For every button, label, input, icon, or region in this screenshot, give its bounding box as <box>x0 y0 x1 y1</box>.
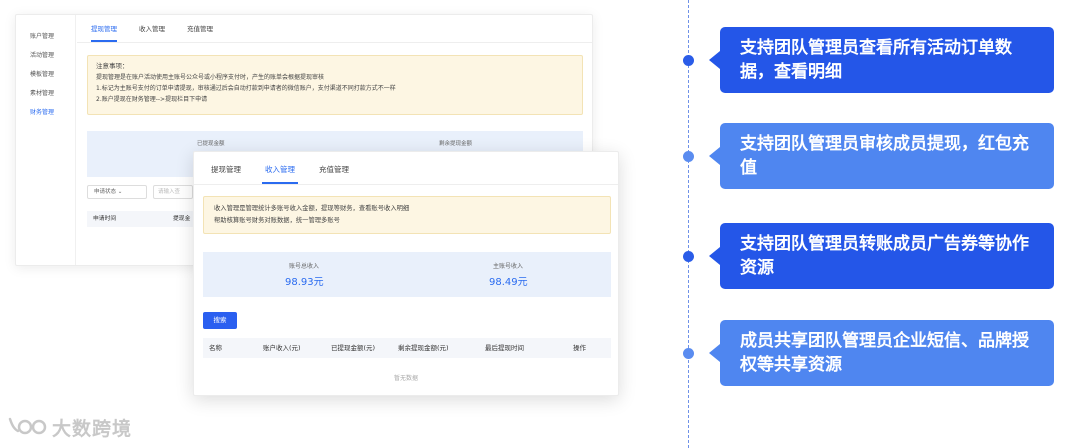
notice-line: 收入管理是管理统计多账号收入金额，提现等财务，查看账号收入明细 <box>214 205 410 212</box>
tab-income[interactable]: 收入管理 <box>139 15 165 42</box>
tab-recharge[interactable]: 充值管理 <box>316 152 352 184</box>
filter-bar: 申请状态 ⌄ 请输入查 <box>87 185 193 199</box>
timeline-dot <box>683 348 694 359</box>
timeline-dot <box>683 251 694 262</box>
logo-icon <box>8 417 47 434</box>
notice-title: 注意事项： <box>96 62 129 70</box>
column-header-name: 名称 <box>209 344 222 352</box>
sidebar-item-templates[interactable]: 模板管理 <box>16 65 75 84</box>
sidebar: 账户管理 活动管理 模板管理 素材管理 财务管理 <box>16 15 76 265</box>
timeline-dot <box>683 55 694 66</box>
table-header: 名称 账户收入(元) 已提现金额(元) 剩余提现金额(元) 最后提现时间 操作 <box>203 338 611 358</box>
timeline-dot <box>683 151 694 162</box>
timeline-line <box>688 0 689 448</box>
stat-label-main-income: 主账号收入 <box>493 263 524 270</box>
back-tabs: 提现管理 收入管理 充值管理 <box>77 15 592 43</box>
tab-withdrawal[interactable]: 提现管理 <box>91 15 117 42</box>
notice-line: 帮助核算账号财务对账数据，统一管理多账号 <box>214 217 340 224</box>
front-window: 提现管理 收入管理 充值管理 收入管理是管理统计多账号收入金额，提现等财务，查看… <box>193 151 619 396</box>
stats-panel: 账号总收入 98.93元 主账号收入 98.49元 <box>203 252 611 297</box>
sidebar-item-accounts[interactable]: 账户管理 <box>16 27 75 46</box>
notice-box: 收入管理是管理统计多账号收入金额，提现等财务，查看账号收入明细 帮助核算账号财务… <box>203 196 611 234</box>
notice-line: 2.账户提现在财务管理-->提现栏目下申请 <box>96 96 208 103</box>
card-pointer <box>709 247 720 265</box>
column-header-last-time: 最后提现时间 <box>485 344 524 352</box>
notice-line: 1.标记为主账号支付的订单申请提现，审核通过后会自动打款到申请者的微信账户，支付… <box>96 85 396 92</box>
column-header-income: 账户收入(元) <box>263 344 301 352</box>
stat-value-total-income: 98.93元 <box>285 277 324 288</box>
sidebar-item-materials[interactable]: 素材管理 <box>16 84 75 103</box>
card-pointer <box>709 147 720 165</box>
feature-card: 支持团队管理员查看所有活动订单数据，查看明细 <box>720 27 1054 93</box>
column-header-action: 操作 <box>573 344 586 352</box>
stat-value-main-income: 98.49元 <box>489 277 528 288</box>
sidebar-item-finance[interactable]: 财务管理 <box>16 103 75 122</box>
feature-card: 支持团队管理员审核成员提现，红包充值 <box>720 123 1054 189</box>
column-header-withdrawn: 已提现金额(元) <box>331 344 376 352</box>
front-tabs: 提现管理 收入管理 充值管理 <box>194 152 618 185</box>
stat-label-withdrawn: 已提现金额 <box>197 141 225 147</box>
tab-recharge[interactable]: 充值管理 <box>187 15 213 42</box>
empty-state: 暂无数据 <box>393 375 418 382</box>
search-input[interactable]: 请输入查 <box>153 185 193 199</box>
card-pointer <box>709 344 720 362</box>
feature-card: 成员共享团队管理员企业短信、品牌授权等共享资源 <box>720 320 1054 386</box>
notice-box: 注意事项： 提现管理是在账户活动使用主账号公众号或小程序支付时，产生的账单会根据… <box>87 55 583 115</box>
card-pointer <box>709 51 720 69</box>
column-header: 提现金 <box>173 216 191 222</box>
feature-card: 支持团队管理员转账成员广告券等协作资源 <box>720 223 1054 289</box>
tab-income[interactable]: 收入管理 <box>262 152 298 184</box>
stat-label-total-income: 账号总收入 <box>289 263 320 270</box>
column-header: 申请时间 <box>93 216 117 222</box>
search-button[interactable]: 搜索 <box>203 312 237 329</box>
brand-logo: 大数跨境 <box>8 414 132 441</box>
tab-withdrawal[interactable]: 提现管理 <box>208 152 244 184</box>
column-header-remaining: 剩余提现金额(元) <box>398 344 449 352</box>
notice-line: 提现管理是在账户活动使用主账号公众号或小程序支付时，产生的账单会根据提现审核 <box>96 74 325 81</box>
sidebar-item-activities[interactable]: 活动管理 <box>16 46 75 65</box>
stat-label-remaining: 剩余提现金额 <box>439 141 473 147</box>
status-select-label: 申请状态 <box>94 189 117 195</box>
status-select[interactable]: 申请状态 ⌄ <box>87 185 147 199</box>
logo-text: 大数跨境 <box>52 418 133 440</box>
